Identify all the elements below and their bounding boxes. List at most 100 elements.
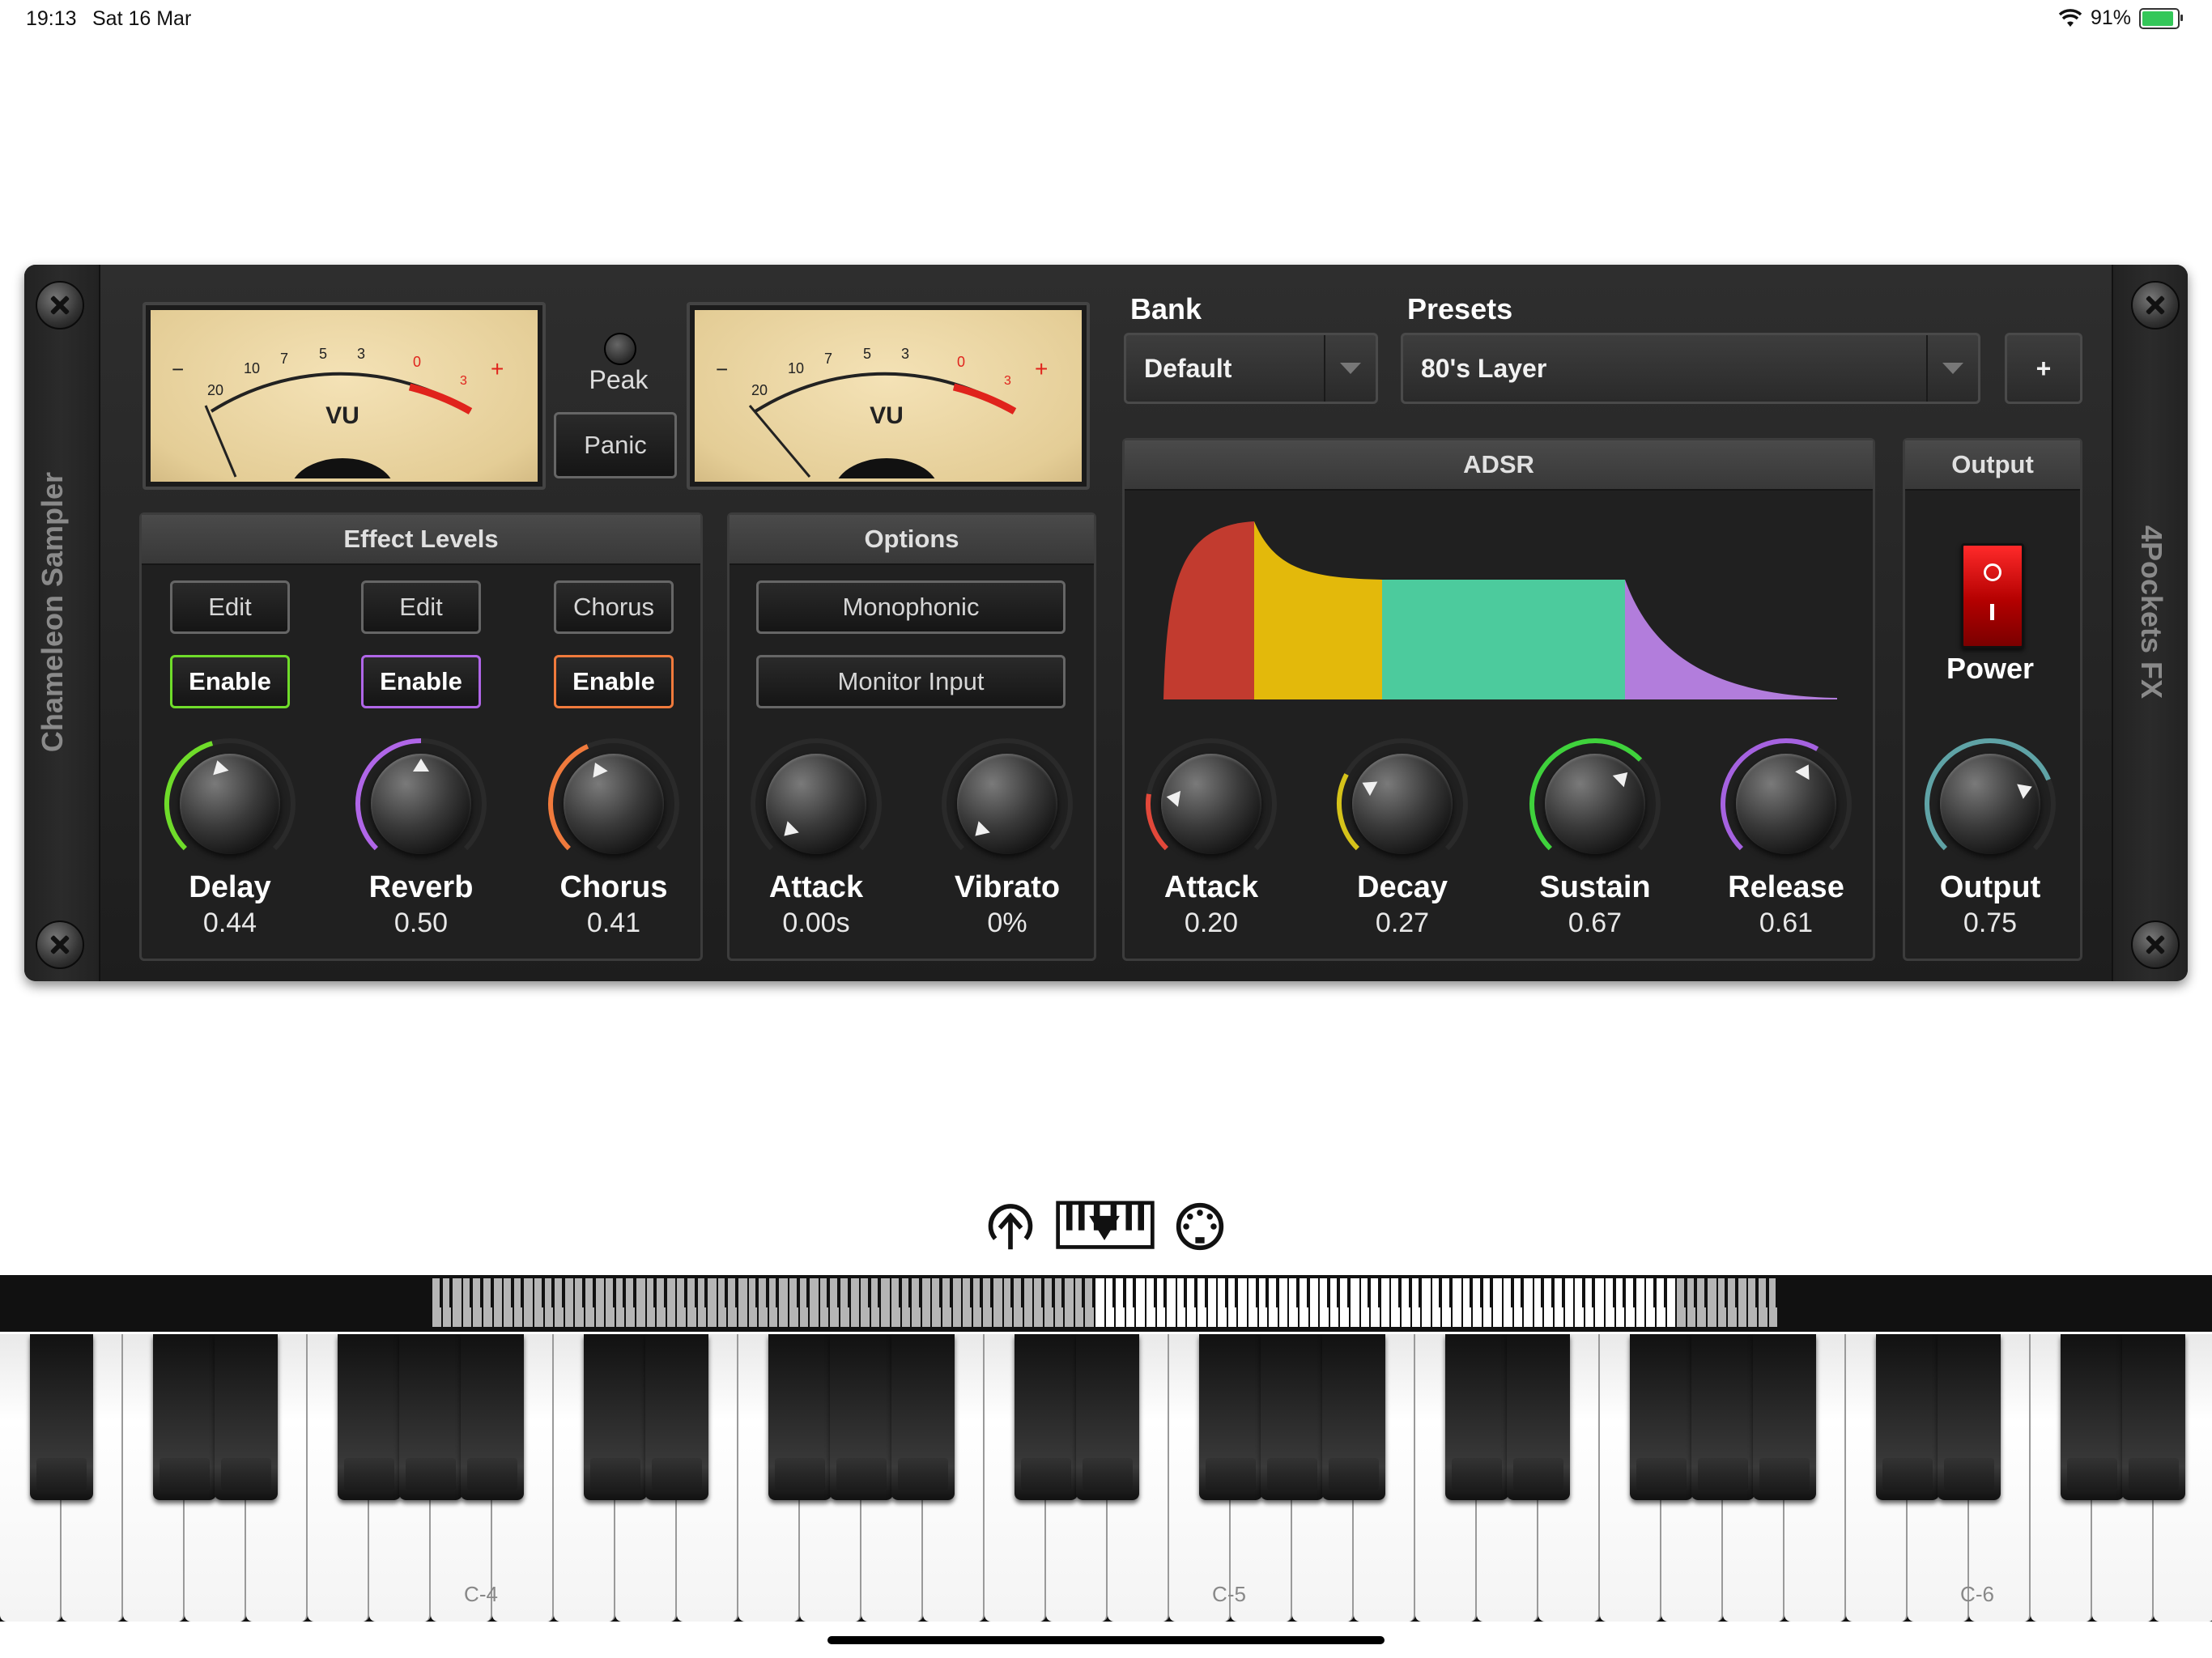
black-key[interactable] xyxy=(1199,1334,1262,1500)
mini-white-key xyxy=(1309,1278,1319,1327)
black-key[interactable] xyxy=(399,1334,462,1500)
mini-white-key xyxy=(524,1278,533,1327)
adsr-release-knob[interactable] xyxy=(1713,731,1859,877)
option-attack-knob[interactable] xyxy=(743,731,889,877)
black-key[interactable] xyxy=(215,1334,278,1500)
mini-white-key xyxy=(453,1278,462,1327)
black-key[interactable] xyxy=(830,1334,893,1500)
black-key[interactable] xyxy=(1015,1334,1078,1500)
keyboard-overview-strip[interactable] xyxy=(0,1275,2212,1332)
vu-tick-7: 7 xyxy=(280,351,288,367)
black-key[interactable] xyxy=(1076,1334,1139,1500)
black-key[interactable] xyxy=(1691,1334,1755,1500)
mini-white-key xyxy=(1636,1278,1645,1327)
vu-tick-5: 5 xyxy=(863,346,871,362)
midi-port-icon[interactable] xyxy=(1172,1201,1227,1252)
vu-tick-10: 10 xyxy=(788,360,804,376)
adsr-attack-value: 0.20 xyxy=(1184,908,1239,938)
adsr-attack-label: Attack xyxy=(1163,870,1259,904)
status-time: 19:13 xyxy=(26,7,77,30)
home-indicator xyxy=(827,1636,1385,1644)
vu-tick-plus3: 3 xyxy=(460,374,467,388)
reverb-edit-button[interactable]: Edit xyxy=(361,580,481,634)
knob-cap xyxy=(180,754,280,854)
reverb-knob[interactable] xyxy=(348,731,494,877)
mini-white-key xyxy=(850,1278,860,1327)
chorus-enable-button[interactable]: Enable xyxy=(554,655,674,708)
vu-tick-7: 7 xyxy=(824,351,832,367)
rack-ear-left: Chameleon Sampler xyxy=(24,265,100,981)
black-key[interactable] xyxy=(584,1334,647,1500)
upload-arrow-icon[interactable] xyxy=(983,1201,1038,1252)
adsr-release-label: Release xyxy=(1728,870,1844,904)
black-key[interactable] xyxy=(645,1334,708,1500)
chorus-edit-button[interactable]: Chorus xyxy=(554,580,674,634)
chevron-down-icon xyxy=(1324,335,1376,402)
vu-tick-20: 20 xyxy=(751,382,768,398)
black-key[interactable] xyxy=(2122,1334,2185,1500)
panic-button[interactable]: Panic xyxy=(554,412,677,478)
adsr-sustain-segment xyxy=(1382,580,1625,699)
mini-white-key xyxy=(1666,1278,1676,1327)
mini-white-key xyxy=(1595,1278,1604,1327)
black-key[interactable] xyxy=(1876,1334,1939,1500)
black-key[interactable] xyxy=(1322,1334,1385,1500)
add-preset-button[interactable]: + xyxy=(2005,333,2082,404)
vu-meter-right: − + 20 10 7 5 3 0 3 VU xyxy=(687,302,1090,490)
mini-white-key xyxy=(738,1278,747,1327)
black-key[interactable] xyxy=(768,1334,832,1500)
vu-tick-3: 3 xyxy=(901,346,909,362)
black-key[interactable] xyxy=(1507,1334,1570,1500)
vu-tick-3: 3 xyxy=(357,346,365,362)
black-key[interactable] xyxy=(2061,1334,2124,1500)
monitor-input-button[interactable]: Monitor Input xyxy=(756,655,1066,708)
output-knob[interactable] xyxy=(1917,731,2063,877)
power-switch[interactable] xyxy=(1961,543,2024,648)
keyboard-range-icon[interactable] xyxy=(1053,1201,1158,1252)
plus-icon: + xyxy=(2035,354,2052,383)
mini-white-key xyxy=(1380,1278,1390,1327)
adsr-decay-knob[interactable] xyxy=(1329,731,1475,877)
black-key[interactable] xyxy=(1630,1334,1693,1500)
monophonic-button[interactable]: Monophonic xyxy=(756,580,1066,634)
note-label-c4: C-4 xyxy=(464,1582,498,1606)
knob-cap xyxy=(564,754,664,854)
mini-white-key xyxy=(952,1278,962,1327)
mini-white-key xyxy=(1278,1278,1288,1327)
black-key[interactable] xyxy=(153,1334,216,1500)
option-attack-label: Attack xyxy=(768,870,864,904)
piano-keyboard xyxy=(0,1334,2212,1622)
presets-dropdown[interactable]: 80's Layer xyxy=(1401,333,1980,404)
black-key[interactable] xyxy=(1938,1334,2001,1500)
delay-knob[interactable] xyxy=(157,731,303,877)
adsr-decay-segment xyxy=(1254,521,1382,699)
bank-dropdown[interactable]: Default xyxy=(1124,333,1378,404)
peak-led xyxy=(604,333,636,365)
mini-white-key xyxy=(921,1278,931,1327)
black-key[interactable] xyxy=(30,1334,93,1500)
knob-cap xyxy=(766,754,866,854)
status-bar: 19:13 Sat 16 Mar 91% xyxy=(0,0,2212,39)
chorus-knob[interactable] xyxy=(541,731,687,877)
reverb-enable-button[interactable]: Enable xyxy=(361,655,481,708)
mini-white-key xyxy=(595,1278,605,1327)
delay-edit-button[interactable]: Edit xyxy=(170,580,290,634)
bank-value: Default xyxy=(1144,354,1232,383)
vu-tick-0: 0 xyxy=(957,354,965,370)
peak-label: Peak xyxy=(589,365,649,394)
adsr-attack-knob[interactable] xyxy=(1138,731,1284,877)
black-key[interactable] xyxy=(891,1334,955,1500)
black-key[interactable] xyxy=(1753,1334,1816,1500)
screw-icon xyxy=(2131,920,2180,969)
black-key[interactable] xyxy=(1261,1334,1324,1500)
black-key[interactable] xyxy=(338,1334,401,1500)
mini-white-key xyxy=(1422,1278,1431,1327)
adsr-sustain-knob[interactable] xyxy=(1522,731,1668,877)
mini-white-key xyxy=(1136,1278,1145,1327)
plugin-title-right: 4Pockets FX xyxy=(2135,525,2169,699)
black-key[interactable] xyxy=(1445,1334,1508,1500)
vibrato-knob[interactable] xyxy=(934,731,1080,877)
vu-tick-0: 0 xyxy=(413,354,421,370)
black-key[interactable] xyxy=(461,1334,524,1500)
delay-enable-button[interactable]: Enable xyxy=(170,655,290,708)
